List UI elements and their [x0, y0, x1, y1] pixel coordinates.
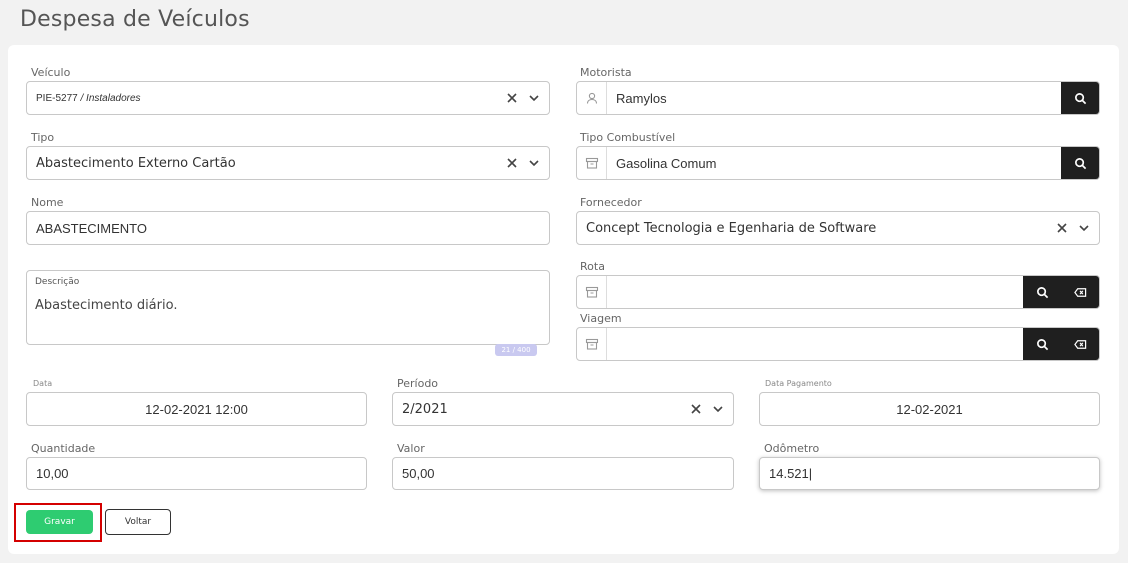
rota-label: Rota	[580, 260, 605, 273]
veiculo-value: PIE-5277 / Instaladores	[36, 92, 141, 104]
tipo-select[interactable]: Abastecimento Externo Cartão	[26, 146, 550, 180]
backspace-icon	[1073, 287, 1086, 297]
odometro-value: 14.521|	[769, 466, 813, 481]
nome-input[interactable]: ABASTECIMENTO	[26, 211, 550, 245]
clear-icon[interactable]	[501, 82, 523, 114]
tipo-combustivel-field[interactable]: Gasolina Comum	[576, 146, 1100, 180]
motorista-field[interactable]: Ramylos	[576, 81, 1100, 115]
periodo-select[interactable]: 2/2021	[392, 392, 734, 426]
data-pagamento-label: Data Pagamento	[765, 379, 832, 388]
archive-icon	[577, 276, 607, 308]
viagem-search-button[interactable]	[1023, 328, 1061, 360]
quantidade-input[interactable]: 10,00	[26, 457, 367, 490]
tipo-combustivel-label: Tipo Combustível	[580, 131, 676, 144]
odometro-input[interactable]: 14.521|	[759, 457, 1100, 490]
motorista-search-button[interactable]	[1061, 82, 1099, 114]
user-icon	[577, 82, 607, 114]
tipo-value: Abastecimento Externo Cartão	[36, 155, 236, 171]
rota-field[interactable]	[576, 275, 1100, 309]
nome-label: Nome	[31, 196, 64, 209]
tipo-label: Tipo	[31, 131, 55, 144]
descricao-value: Abastecimento diário.	[35, 298, 178, 313]
clear-icon[interactable]	[1051, 212, 1073, 244]
periodo-label: Período	[397, 377, 439, 390]
data-pagamento-input[interactable]: 12-02-2021	[759, 392, 1100, 426]
viagem-field[interactable]	[576, 327, 1100, 361]
periodo-value: 2/2021	[402, 401, 448, 417]
descricao-label: Descrição	[35, 277, 80, 287]
chevron-down-icon[interactable]	[1073, 212, 1095, 244]
veiculo-select[interactable]: PIE-5277 / Instaladores	[26, 81, 550, 115]
save-button[interactable]: Gravar	[26, 510, 93, 534]
search-icon	[1036, 338, 1048, 350]
odometro-label: Odômetro	[764, 442, 820, 455]
fornecedor-value: Concept Tecnologia e Egenharia de Softwa…	[586, 220, 877, 236]
rota-search-button[interactable]	[1023, 276, 1061, 308]
fornecedor-select[interactable]: Concept Tecnologia e Egenharia de Softwa…	[576, 211, 1100, 245]
char-counter: 21 / 400	[495, 344, 537, 356]
descricao-textarea[interactable]: Descrição Abastecimento diário.	[26, 270, 550, 345]
valor-input[interactable]: 50,00	[392, 457, 734, 490]
valor-value: 50,00	[402, 466, 435, 481]
chevron-down-icon[interactable]	[707, 393, 729, 425]
clear-icon[interactable]	[685, 393, 707, 425]
search-icon	[1036, 286, 1048, 298]
valor-label: Valor	[397, 442, 425, 455]
motorista-value: Ramylos	[616, 90, 667, 106]
archive-icon	[577, 328, 607, 360]
quantidade-value: 10,00	[36, 466, 69, 481]
backspace-icon	[1073, 339, 1086, 349]
combustivel-search-button[interactable]	[1061, 147, 1099, 179]
rota-clear-button[interactable]	[1061, 276, 1099, 308]
viagem-label: Viagem	[580, 312, 622, 325]
data-value: 12-02-2021 12:00	[145, 401, 248, 417]
nome-value: ABASTECIMENTO	[36, 220, 148, 236]
quantidade-label: Quantidade	[31, 442, 96, 455]
tipo-combustivel-value: Gasolina Comum	[616, 155, 717, 171]
data-label: Data	[33, 379, 53, 388]
fornecedor-label: Fornecedor	[580, 196, 642, 209]
chevron-down-icon[interactable]	[523, 82, 545, 114]
motorista-label: Motorista	[580, 66, 632, 79]
chevron-down-icon[interactable]	[523, 147, 545, 179]
search-icon	[1074, 157, 1086, 169]
data-input[interactable]: 12-02-2021 12:00	[26, 392, 367, 426]
back-button[interactable]: Voltar	[105, 509, 171, 535]
archive-icon	[577, 147, 607, 179]
search-icon	[1074, 92, 1086, 104]
clear-icon[interactable]	[501, 147, 523, 179]
page-title: Despesa de Veículos	[20, 7, 250, 32]
veiculo-label: Veículo	[31, 66, 71, 79]
viagem-clear-button[interactable]	[1061, 328, 1099, 360]
data-pagamento-value: 12-02-2021	[896, 401, 963, 417]
